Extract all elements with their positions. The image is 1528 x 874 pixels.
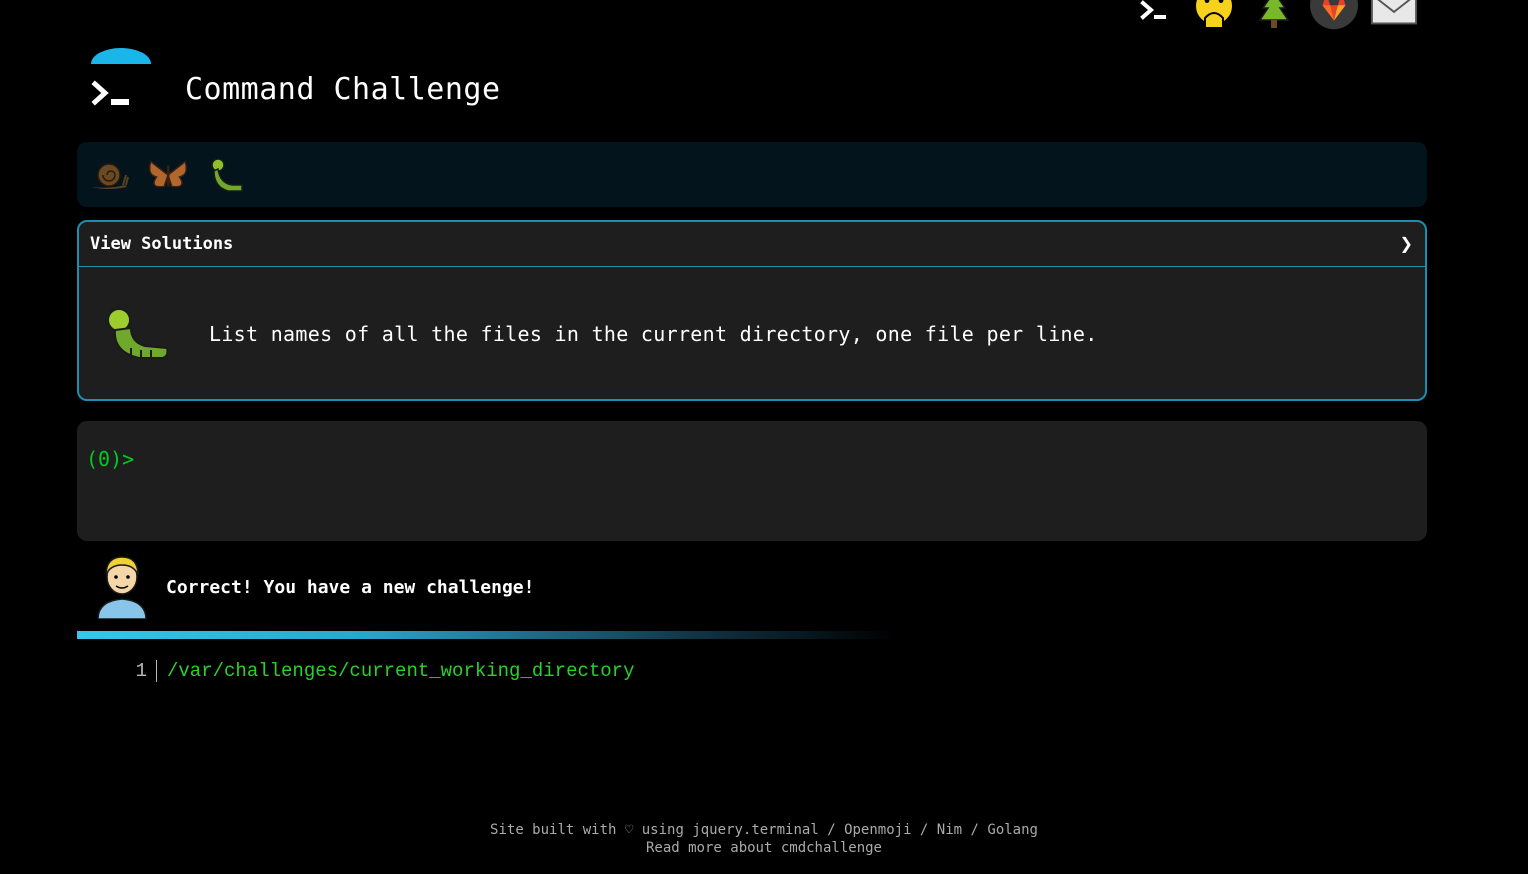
caterpillar-icon[interactable] (207, 154, 249, 196)
page-title: Command Challenge (185, 72, 501, 107)
link-openmoji[interactable]: Openmoji (844, 822, 911, 838)
snail-icon[interactable] (87, 154, 129, 196)
chevron-right-icon[interactable]: ❯ (1400, 232, 1413, 257)
challenge-description: List names of all the files in the curre… (209, 321, 1098, 346)
envelope-icon[interactable] (1370, 0, 1418, 32)
view-solutions-label: View Solutions (90, 234, 234, 254)
link-golang[interactable]: Golang (987, 822, 1038, 838)
header-icon-bar (1130, 0, 1430, 32)
link-jquery-terminal[interactable]: jquery.terminal (692, 822, 818, 838)
footer-credit-text: Site built with ♡ using (490, 822, 693, 838)
tree-icon[interactable] (1250, 0, 1298, 32)
feedback-message: Correct! You have a new challenge! (166, 576, 535, 598)
footer: Site built with ♡ using jquery.terminal … (0, 821, 1528, 857)
link-read-more[interactable]: Read more about cmdchallenge (646, 840, 882, 856)
line-number: 1 (135, 660, 147, 682)
output-path: /var/challenges/current_working_director… (167, 660, 635, 682)
output-line: 1 /var/challenges/current_working_direct… (120, 660, 634, 682)
divider-gradient (77, 631, 897, 639)
man-avatar-icon (92, 555, 152, 620)
terminal-icon[interactable] (1130, 0, 1178, 32)
footer-separator: / (818, 822, 845, 838)
face-hand-over-mouth-icon[interactable] (1190, 0, 1238, 32)
butterfly-icon[interactable] (147, 154, 189, 196)
footer-line-2: Read more about cmdchallenge (0, 839, 1528, 857)
caterpillar-icon (101, 298, 173, 370)
terminal-input[interactable]: (0)> (77, 421, 1427, 541)
terminal-prompt: (0)> (86, 447, 135, 471)
site-logo[interactable] (88, 48, 154, 114)
challenge-card: View Solutions ❯ List names of all the f… (77, 220, 1427, 401)
feedback-row: Correct! You have a new challenge! (92, 555, 535, 620)
footer-separator: / (962, 822, 988, 838)
view-solutions-toggle[interactable]: View Solutions ❯ (79, 222, 1425, 267)
line-separator (156, 660, 157, 682)
footer-line-1: Site built with ♡ using jquery.terminal … (0, 821, 1528, 839)
page: Command Challenge View Solutions ❯ List … (0, 0, 1528, 874)
level-progress-bar (77, 142, 1427, 207)
gitlab-icon[interactable] (1310, 0, 1358, 32)
challenge-body: List names of all the files in the curre… (79, 267, 1425, 399)
footer-separator: / (911, 822, 937, 838)
link-nim[interactable]: Nim (937, 822, 962, 838)
